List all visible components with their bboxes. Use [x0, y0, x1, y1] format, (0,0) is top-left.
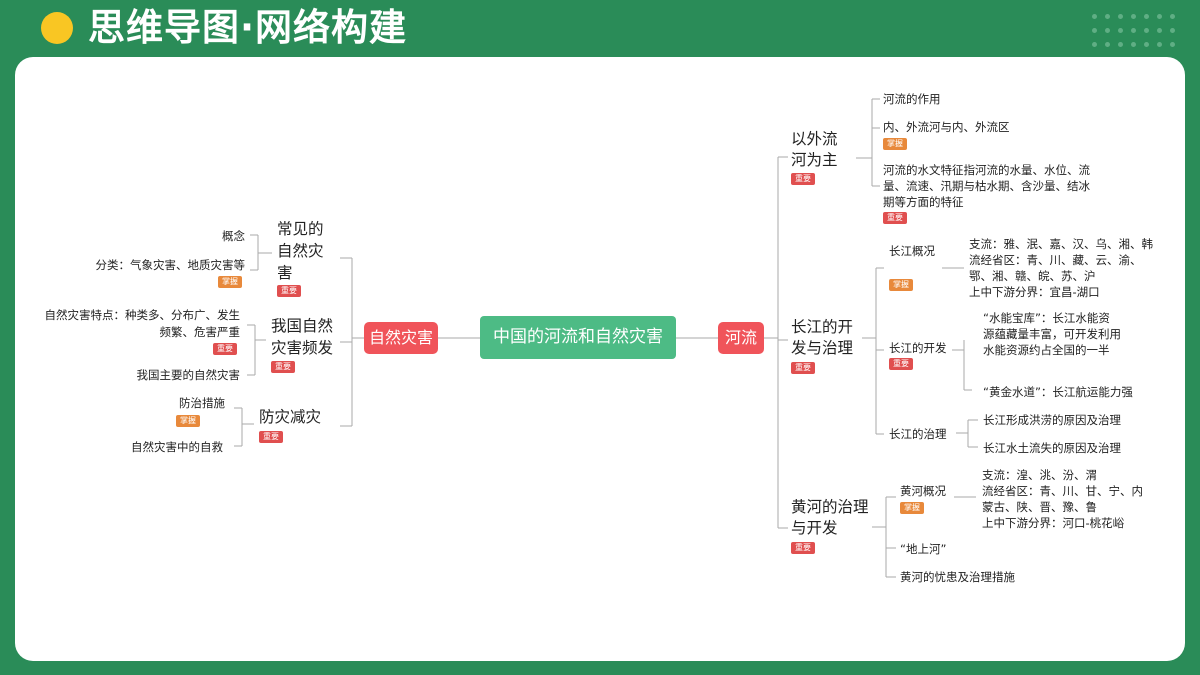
leaf-yellow-provinces-line-2: 蒙古、陕、晋、豫、鲁 [982, 500, 1097, 514]
leaf-yangtze-segments: 上中下游分界：宜昌-湖口 [969, 285, 1100, 299]
leaf-yangtze-flood: 长江形成洪涝的原因及治理 [983, 413, 1121, 427]
leaf-yellow-provinces-line-1: 流经省区：青、川、甘、宁、内 [982, 484, 1143, 498]
leaf-concept: 概念 [222, 229, 245, 243]
important-tag: 重要 [213, 343, 237, 355]
important-tag: 重要 [791, 542, 815, 554]
leaf-disaster-features-line-2: 频繁、危害严重 [159, 325, 241, 339]
topic-frequent-disasters-line-2: 灾害频发 [271, 339, 334, 357]
sub-yangtze-governance: 长江的治理 [889, 427, 947, 441]
branch-natural-disasters: 自然灾害 [364, 322, 438, 354]
leaf-yellow-tributaries: 支流：湟、洮、汾、渭 [982, 468, 1097, 482]
topic-frequent-disasters-line-1: 我国自然 [271, 317, 334, 335]
important-tag: 重要 [791, 362, 815, 374]
topic-common-disasters-line-2: 自然灾 [277, 242, 324, 260]
master-tag: 掌握 [218, 276, 242, 288]
important-tag: 重要 [889, 358, 913, 370]
leaf-disaster-features-line-1: 自然灾害特点：种类多、分布广、发生 [44, 308, 241, 322]
master-tag: 掌握 [900, 502, 924, 514]
leaf-prevention-measures: 防治措施 [179, 396, 225, 410]
topic-common-disasters-line-3: 害 [277, 264, 293, 282]
leaf-yellow-segments: 上中下游分界：河口-桃花峪 [982, 516, 1125, 530]
leaf-classification: 分类：气象灾害、地质灾害等 [95, 258, 246, 272]
leaf-hydrology-line-1: 河流的水文特征指河流的水量、水位、流 [883, 163, 1090, 177]
sub-yellow-river-governance: 黄河的忧患及治理措施 [900, 570, 1015, 584]
topic-exorheic-rivers-line-2: 河为主 [791, 151, 838, 169]
topic-yangtze-line-1: 长江的开 [791, 318, 854, 336]
master-tag: 掌握 [889, 279, 913, 291]
leaf-hydrology-line-3: 期等方面的特征 [883, 195, 964, 209]
leaf-golden-waterway: “黄金水道”：长江航运能力强 [983, 385, 1133, 399]
topic-exorheic-rivers-line-1: 以外流 [791, 130, 838, 148]
topic-yangtze-line-2: 发与治理 [791, 339, 854, 357]
topic-yellow-river-line-1: 黄河的治理 [791, 498, 869, 516]
important-tag: 重要 [791, 173, 815, 185]
leaf-yangtze-provinces-line-2: 鄂、湘、赣、皖、苏、沪 [969, 269, 1096, 283]
branch-rivers: 河流 [718, 322, 764, 354]
leaf-yangtze-erosion: 长江水土流失的原因及治理 [983, 441, 1121, 455]
leaf-hydropower-line-3: 水能资源约占全国的一半 [983, 343, 1110, 357]
sub-yangtze-development: 长江的开发 [889, 341, 947, 355]
topic-yellow-river-line-2: 与开发 [791, 519, 838, 537]
topic-common-disasters-line-1: 常见的 [277, 220, 324, 238]
important-tag: 重要 [271, 361, 295, 373]
center-topic: 中国的河流和自然灾害 [480, 316, 676, 359]
leaf-hydropower-line-1: “水能宝库”：长江水能资 [983, 311, 1110, 325]
leaf-hydropower-line-2: 源蕴藏量丰富，可开发利用 [983, 327, 1121, 341]
sub-elevated-river: “地上河” [900, 542, 947, 556]
master-tag: 掌握 [176, 415, 200, 427]
important-tag: 重要 [277, 285, 301, 297]
sub-yangtze-overview: 长江概况 [889, 244, 935, 258]
leaf-river-regions: 内、外流河与内、外流区 [883, 120, 1010, 134]
leaf-main-disasters: 我国主要的自然灾害 [136, 368, 241, 382]
important-tag: 重要 [259, 431, 283, 443]
important-tag: 重要 [883, 212, 907, 224]
topic-disaster-prevention: 防灾减灾 [259, 408, 322, 426]
leaf-yangtze-tributaries: 支流：雅、泯、嘉、汉、乌、湘、韩 [969, 237, 1153, 251]
master-tag: 掌握 [883, 138, 907, 150]
sub-yellow-river-overview: 黄河概况 [900, 484, 946, 498]
leaf-hydrology-line-2: 量、流速、汛期与枯水期、含沙量、结冰 [883, 179, 1090, 193]
leaf-self-rescue: 自然灾害中的自救 [131, 440, 223, 454]
leaf-yangtze-provinces-line-1: 流经省区：青、川、藏、云、渝、 [969, 253, 1142, 267]
leaf-river-functions: 河流的作用 [883, 92, 941, 106]
